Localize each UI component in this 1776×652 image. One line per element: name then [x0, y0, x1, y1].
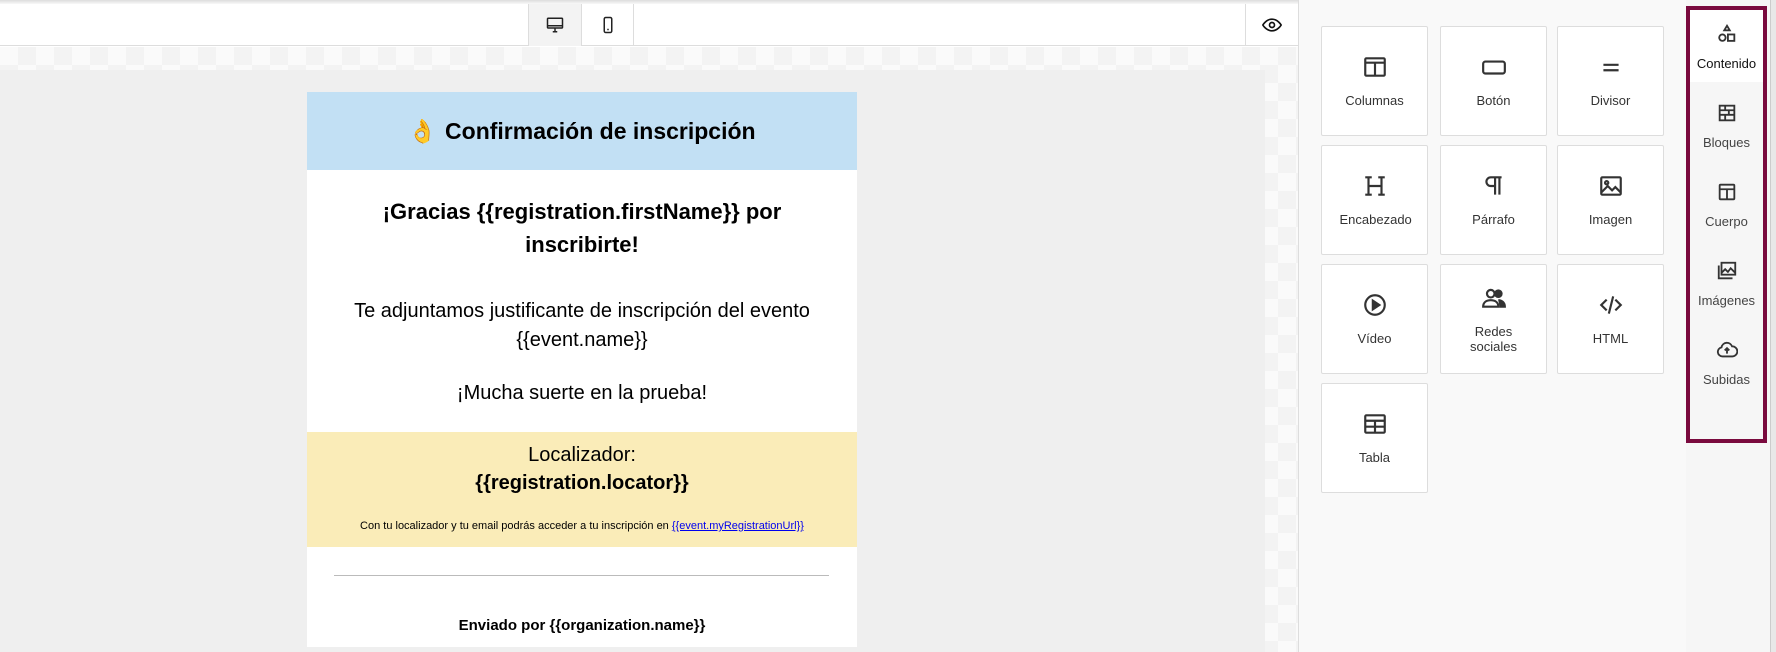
- locator-label: Localizador:: [528, 444, 636, 466]
- access-text: Con tu localizador y tu email podrás acc…: [307, 520, 857, 532]
- tool-label: HTML: [1592, 331, 1629, 346]
- email-header-title: Confirmación de inscripción: [445, 117, 756, 144]
- table-icon: [1362, 411, 1388, 440]
- tool-social[interactable]: Redes sociales: [1440, 264, 1547, 374]
- social-icon: [1481, 285, 1507, 314]
- tool-label: Vídeo: [1357, 331, 1392, 346]
- heading-icon: [1362, 173, 1388, 202]
- tool-image[interactable]: Imagen: [1557, 145, 1664, 255]
- desktop-icon: [546, 17, 564, 33]
- tool-paragraph[interactable]: Párrafo: [1440, 145, 1547, 255]
- attach-text[interactable]: Te adjuntamos justificante de inscripció…: [307, 297, 857, 355]
- tool-button[interactable]: Botón: [1440, 26, 1547, 136]
- tool-label: Redes sociales: [1470, 323, 1517, 354]
- footer-sender[interactable]: Enviado por {{organization.name}}: [307, 617, 857, 634]
- tool-label: Imagen: [1588, 212, 1633, 227]
- code-icon: [1598, 292, 1624, 321]
- tool-label: Botón: [1476, 93, 1511, 108]
- mobile-icon: [603, 16, 612, 34]
- attach-line-1: Te adjuntamos justificante de inscripció…: [354, 300, 810, 322]
- luck-text[interactable]: ¡Mucha suerte en la prueba!: [307, 382, 857, 405]
- tool-label: Tabla: [1358, 450, 1391, 465]
- desktop-view-button[interactable]: [528, 4, 581, 46]
- preview-button[interactable]: [1245, 4, 1298, 46]
- image-icon: [1598, 173, 1624, 202]
- video-icon: [1362, 292, 1388, 321]
- tool-video[interactable]: Vídeo: [1321, 264, 1428, 374]
- tool-columns[interactable]: Columnas: [1321, 26, 1428, 136]
- locator-section[interactable]: Localizador: {{registration.locator}} Co…: [307, 432, 857, 547]
- ok-hand-emoji: 👌: [408, 117, 438, 144]
- tool-label: Divisor: [1590, 93, 1631, 108]
- tool-label: Encabezado: [1339, 212, 1412, 227]
- columns-icon: [1362, 54, 1388, 83]
- tool-code[interactable]: HTML: [1557, 264, 1664, 374]
- mobile-view-button[interactable]: [581, 4, 634, 46]
- editor-toolbar: [0, 4, 1298, 46]
- tool-label: Columnas: [1345, 93, 1404, 108]
- scrollbar[interactable]: [1770, 0, 1776, 652]
- email-preview[interactable]: 👌 Confirmación de inscripción ¡Gracias {…: [307, 92, 857, 647]
- tool-table[interactable]: Tabla: [1321, 383, 1428, 493]
- sidebar-highlight-box: [1686, 6, 1767, 443]
- registration-url-link[interactable]: {{event.myRegistrationUrl}}: [672, 520, 804, 532]
- email-header[interactable]: 👌 Confirmación de inscripción: [307, 92, 857, 170]
- divider-line: [334, 575, 829, 576]
- button-icon: [1481, 54, 1507, 83]
- tool-label: Párrafo: [1472, 212, 1515, 227]
- tool-divider[interactable]: Divisor: [1557, 26, 1664, 136]
- tool-heading[interactable]: Encabezado: [1321, 145, 1428, 255]
- paragraph-icon: [1481, 173, 1507, 202]
- thanks-heading[interactable]: ¡Gracias {{registration.firstName}} por …: [307, 195, 857, 261]
- locator-value: {{registration.locator}}: [475, 472, 689, 494]
- access-text-label: Con tu localizador y tu email podrás acc…: [360, 520, 672, 532]
- attach-line-2: {{event.name}}: [516, 329, 648, 351]
- eye-icon: [1262, 18, 1282, 32]
- divider-icon: [1598, 54, 1624, 83]
